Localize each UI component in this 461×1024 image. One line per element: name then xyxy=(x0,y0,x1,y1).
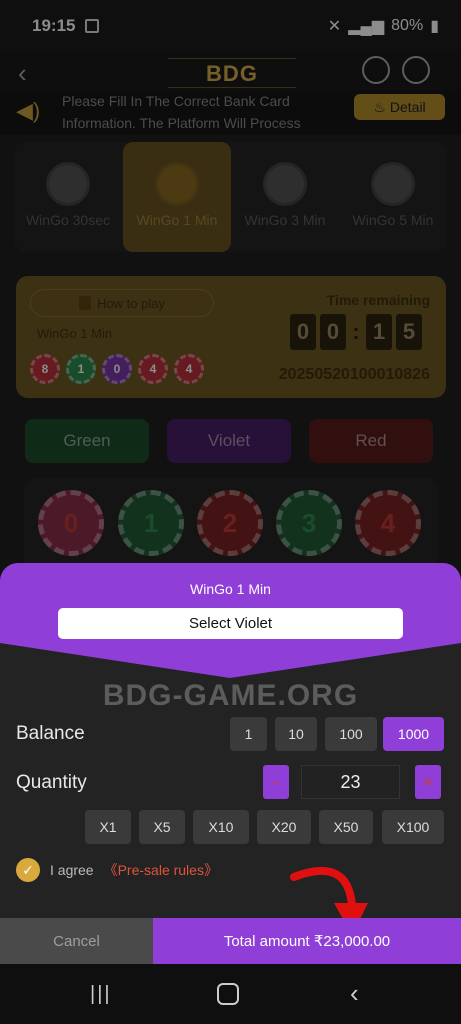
watermark: BDG-GAME.ORG xyxy=(102,679,359,712)
checkmark-icon[interactable]: ✓ xyxy=(16,858,40,882)
bet-sheet: WinGo 1 Min Select Violet BDG-GAME.ORG B… xyxy=(0,563,461,964)
sheet-title: WinGo 1 Min xyxy=(190,581,271,597)
multiplier-x10[interactable]: X10 xyxy=(193,810,249,844)
cancel-button[interactable]: Cancel xyxy=(0,918,153,964)
quantity-label: Quantity xyxy=(16,772,87,793)
nav-back-icon[interactable]: ‹ xyxy=(350,978,359,1009)
pre-sale-rules-link[interactable]: 《Pre-sale rules》 xyxy=(104,860,218,880)
agree-row: ✓ I agree 《Pre-sale rules》 xyxy=(16,858,218,882)
quantity-minus-button[interactable]: - xyxy=(263,765,289,799)
multiplier-x100[interactable]: X100 xyxy=(382,810,444,844)
sheet-footer: Cancel Total amount ₹23,000.00 xyxy=(0,918,461,964)
balance-option-1000[interactable]: 1000 xyxy=(383,717,444,751)
sheet-header: WinGo 1 Min Select Violet xyxy=(0,563,461,683)
multiplier-x50[interactable]: X50 xyxy=(319,810,373,844)
selection-display: Select Violet xyxy=(58,608,403,639)
home-icon[interactable] xyxy=(217,983,239,1005)
agree-text: I agree xyxy=(50,862,94,878)
multiplier-x20[interactable]: X20 xyxy=(257,810,311,844)
balance-option-100[interactable]: 100 xyxy=(325,717,377,751)
multiplier-x1[interactable]: X1 xyxy=(85,810,131,844)
recent-apps-icon[interactable]: ||| xyxy=(90,983,112,1006)
quantity-input[interactable]: 23 xyxy=(301,765,400,799)
balance-option-10[interactable]: 10 xyxy=(275,717,317,751)
balance-option-1[interactable]: 1 xyxy=(230,717,267,751)
total-amount-button[interactable]: Total amount ₹23,000.00 xyxy=(153,918,461,964)
quantity-plus-button[interactable]: + xyxy=(415,765,441,799)
multiplier-x5[interactable]: X5 xyxy=(139,810,185,844)
app-screen: 19:15 ✕ ▂▄▆ 80% ▮ ‹ BDG GAME ◀) Please F… xyxy=(0,0,461,1024)
system-nav-bar: ||| ‹ xyxy=(0,964,461,1024)
balance-label: Balance xyxy=(16,723,85,744)
